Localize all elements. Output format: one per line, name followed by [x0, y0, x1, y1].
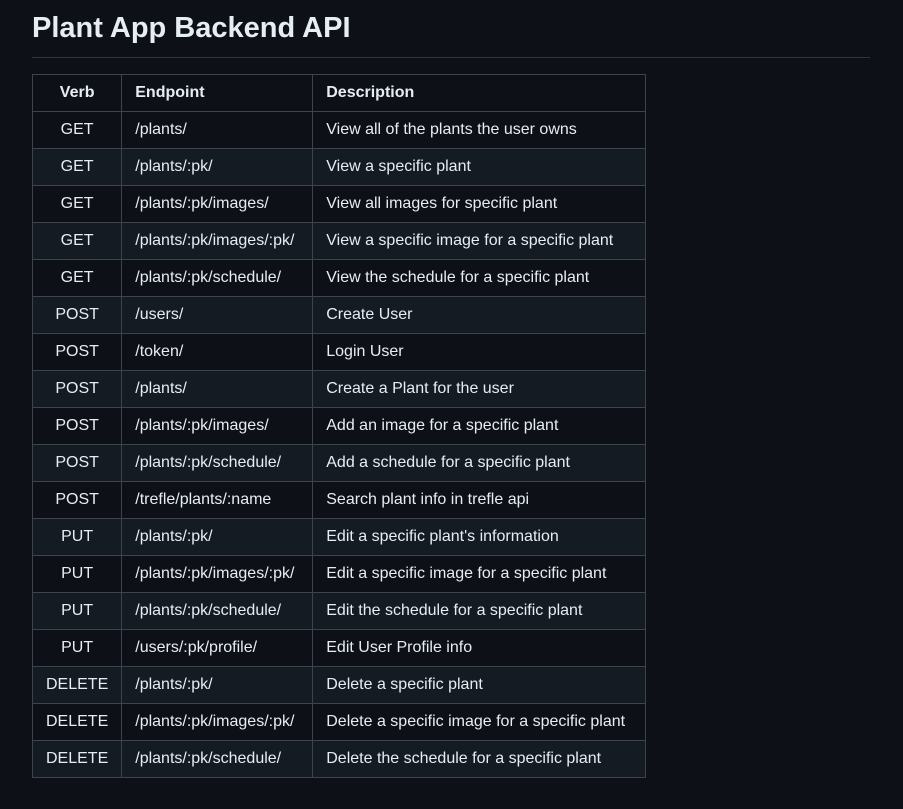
verb-cell: POST — [31, 444, 123, 482]
description-cell: Edit User Profile info — [312, 629, 647, 667]
endpoint-cell: /plants/ — [121, 370, 314, 408]
description-cell: View all of the plants the user owns — [312, 111, 647, 149]
table-row: DELETE/plants/:pk/Delete a specific plan… — [31, 666, 647, 704]
endpoint-cell: /plants/:pk/images/:pk/ — [121, 555, 314, 593]
table-row: GET/plants/:pk/View a specific plant — [31, 148, 647, 186]
column-header-endpoint: Endpoint — [121, 74, 314, 112]
table-row: POST/token/Login User — [31, 333, 647, 371]
description-cell: Login User — [312, 333, 647, 371]
column-header-verb: Verb — [31, 74, 123, 112]
verb-cell: POST — [31, 481, 123, 519]
verb-cell: DELETE — [31, 740, 123, 778]
api-endpoint-table: Verb Endpoint Description GET/plants/Vie… — [31, 74, 647, 778]
verb-cell: POST — [31, 407, 123, 445]
verb-cell: GET — [31, 259, 123, 297]
table-row: GET/plants/:pk/schedule/View the schedul… — [31, 259, 647, 297]
description-cell: Delete a specific image for a specific p… — [312, 703, 647, 741]
verb-cell: PUT — [31, 555, 123, 593]
table-row: PUT/users/:pk/profile/Edit User Profile … — [31, 629, 647, 667]
description-cell: Add a schedule for a specific plant — [312, 444, 647, 482]
table-row: PUT/plants/:pk/images/:pk/Edit a specifi… — [31, 555, 647, 593]
endpoint-cell: /users/:pk/profile/ — [121, 629, 314, 667]
table-row: POST/users/Create User — [31, 296, 647, 334]
description-cell: View all images for specific plant — [312, 185, 647, 223]
description-cell: Create a Plant for the user — [312, 370, 647, 408]
table-row: POST/plants/:pk/schedule/Add a schedule … — [31, 444, 647, 482]
endpoint-cell: /plants/:pk/ — [121, 518, 314, 556]
endpoint-cell: /plants/:pk/images/:pk/ — [121, 703, 314, 741]
verb-cell: POST — [31, 333, 123, 371]
description-cell: Add an image for a specific plant — [312, 407, 647, 445]
description-cell: Edit a specific image for a specific pla… — [312, 555, 647, 593]
table-row: GET/plants/:pk/images/View all images fo… — [31, 185, 647, 223]
table-row: POST/plants/:pk/images/Add an image for … — [31, 407, 647, 445]
endpoint-cell: /plants/:pk/images/ — [121, 185, 314, 223]
description-cell: Delete the schedule for a specific plant — [312, 740, 647, 778]
page-title: Plant App Backend API — [32, 0, 870, 58]
table-header-row: Verb Endpoint Description — [31, 74, 647, 112]
table-row: PUT/plants/:pk/schedule/Edit the schedul… — [31, 592, 647, 630]
endpoint-cell: /plants/:pk/ — [121, 148, 314, 186]
description-cell: Edit a specific plant's information — [312, 518, 647, 556]
table-row: POST/plants/Create a Plant for the user — [31, 370, 647, 408]
description-cell: Search plant info in trefle api — [312, 481, 647, 519]
verb-cell: POST — [31, 296, 123, 334]
verb-cell: PUT — [31, 518, 123, 556]
table-row: GET/plants/View all of the plants the us… — [31, 111, 647, 149]
endpoint-cell: /token/ — [121, 333, 314, 371]
table-row: GET/plants/:pk/images/:pk/View a specifi… — [31, 222, 647, 260]
description-cell: Edit the schedule for a specific plant — [312, 592, 647, 630]
table-row: DELETE/plants/:pk/schedule/Delete the sc… — [31, 740, 647, 778]
endpoint-cell: /trefle/plants/:name — [121, 481, 314, 519]
verb-cell: POST — [31, 370, 123, 408]
readme-content: Plant App Backend API Verb Endpoint Desc… — [0, 0, 903, 809]
endpoint-cell: /plants/:pk/schedule/ — [121, 740, 314, 778]
table-row: DELETE/plants/:pk/images/:pk/Delete a sp… — [31, 703, 647, 741]
endpoint-cell: /plants/:pk/schedule/ — [121, 444, 314, 482]
verb-cell: GET — [31, 111, 123, 149]
description-cell: View a specific plant — [312, 148, 647, 186]
table-body: GET/plants/View all of the plants the us… — [31, 111, 647, 778]
description-cell: Create User — [312, 296, 647, 334]
verb-cell: GET — [31, 222, 123, 260]
verb-cell: GET — [31, 148, 123, 186]
verb-cell: PUT — [31, 629, 123, 667]
table-row: PUT/plants/:pk/Edit a specific plant's i… — [31, 518, 647, 556]
verb-cell: GET — [31, 185, 123, 223]
verb-cell: DELETE — [31, 703, 123, 741]
description-cell: View the schedule for a specific plant — [312, 259, 647, 297]
endpoint-cell: /plants/:pk/ — [121, 666, 314, 704]
endpoint-cell: /plants/ — [121, 111, 314, 149]
endpoint-cell: /plants/:pk/schedule/ — [121, 259, 314, 297]
endpoint-cell: /plants/:pk/schedule/ — [121, 592, 314, 630]
endpoint-cell: /plants/:pk/images/ — [121, 407, 314, 445]
description-cell: Delete a specific plant — [312, 666, 647, 704]
column-header-description: Description — [312, 74, 647, 112]
verb-cell: PUT — [31, 592, 123, 630]
endpoint-cell: /users/ — [121, 296, 314, 334]
verb-cell: DELETE — [31, 666, 123, 704]
description-cell: View a specific image for a specific pla… — [312, 222, 647, 260]
endpoint-cell: /plants/:pk/images/:pk/ — [121, 222, 314, 260]
table-row: POST/trefle/plants/:name Search plant inf… — [31, 481, 647, 519]
